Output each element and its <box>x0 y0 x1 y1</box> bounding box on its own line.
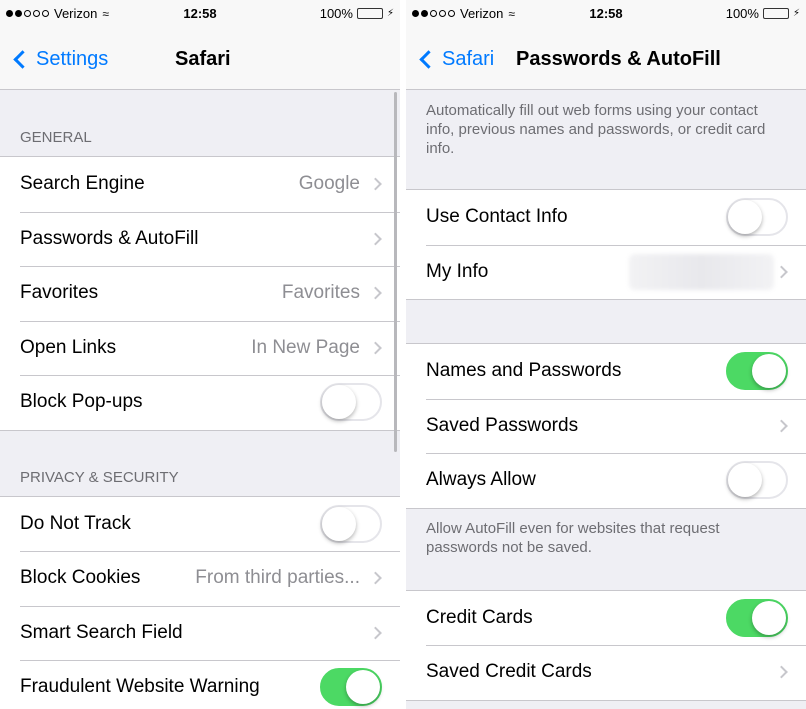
names-and-passwords-toggle[interactable] <box>726 352 788 391</box>
row-label: Always Allow <box>426 469 536 491</box>
row-label: Saved Credit Cards <box>426 661 592 683</box>
back-label: Safari <box>442 48 495 70</box>
row-fraudulent-website-warning: Fraudulent Website Warning <box>0 660 400 709</box>
status-bar: Verizon ≈ 12:58 100% ⚡ <box>0 0 400 26</box>
row-label: Use Contact Info <box>426 206 568 228</box>
redacted-contact-name <box>629 253 774 290</box>
status-bar: Verizon ≈ 12:58 100% ⚡ <box>406 0 806 26</box>
row-use-contact-info: Use Contact Info <box>406 190 806 245</box>
credit-cards-group: Credit Cards Saved Credit Cards <box>406 590 806 701</box>
charging-icon: ⚡ <box>792 8 800 19</box>
row-detail: In New Page <box>251 336 360 358</box>
do-not-track-toggle[interactable] <box>320 504 382 543</box>
row-saved-passwords[interactable]: Saved Passwords <box>406 398 806 453</box>
navigation-bar: Safari Passwords & AutoFill <box>406 26 806 90</box>
row-passwords-autofill[interactable]: Passwords & AutoFill <box>0 211 400 266</box>
chevron-right-icon <box>775 419 788 433</box>
section-header-general: GENERAL <box>0 91 400 157</box>
chevron-left-icon <box>419 50 438 69</box>
block-popups-toggle[interactable] <box>320 383 382 422</box>
back-button-safari[interactable]: Safari <box>418 48 494 71</box>
always-allow-note: Allow AutoFill even for websites that re… <box>406 509 806 591</box>
settings-list: GENERAL Search Engine Google Passwords &… <box>0 91 400 709</box>
row-label: Block Cookies <box>20 567 141 589</box>
privacy-group: Do Not Track Block Cookies From third pa… <box>0 496 400 709</box>
row-label: Passwords & AutoFill <box>20 227 199 249</box>
row-detail: Favorites <box>281 282 360 304</box>
battery-status: 100% ⚡ <box>726 6 800 21</box>
scroll-indicator[interactable] <box>394 92 397 452</box>
credit-cards-toggle[interactable] <box>726 598 788 637</box>
battery-icon <box>762 8 789 19</box>
back-label: Settings <box>36 48 109 70</box>
row-search-engine[interactable]: Search Engine Google <box>0 157 400 212</box>
navigation-bar: Settings Safari <box>0 26 400 90</box>
row-detail: Google <box>298 173 360 195</box>
section-header-privacy: PRIVACY & SECURITY <box>0 431 400 497</box>
row-credit-cards: Credit Cards <box>406 590 806 645</box>
contact-group: Use Contact Info My Info <box>406 190 806 300</box>
row-block-cookies[interactable]: Block Cookies From third parties... <box>0 551 400 606</box>
passwords-autofill-screen: Verizon ≈ 12:58 100% ⚡ Safari Passwords … <box>406 0 806 709</box>
always-allow-toggle[interactable] <box>726 461 788 500</box>
row-names-and-passwords: Names and Passwords <box>406 344 806 399</box>
back-button-settings[interactable]: Settings <box>12 48 108 71</box>
row-label: Search Engine <box>20 173 145 195</box>
row-my-info[interactable]: My Info <box>406 244 806 299</box>
chevron-right-icon <box>775 265 788 279</box>
section-spacer <box>406 300 806 344</box>
chevron-right-icon <box>369 177 382 191</box>
chevron-right-icon <box>775 665 788 679</box>
row-do-not-track: Do Not Track <box>0 496 400 551</box>
row-label: Names and Passwords <box>426 360 622 382</box>
chevron-right-icon <box>369 626 382 640</box>
battery-icon <box>356 8 383 19</box>
autofill-list: Automatically fill out web forms using y… <box>406 91 806 701</box>
passwords-group: Names and Passwords Saved Passwords Alwa… <box>406 344 806 509</box>
charging-icon: ⚡ <box>386 8 394 19</box>
safari-settings-screen: Verizon ≈ 12:58 100% ⚡ Settings Safari G… <box>0 0 400 709</box>
row-label: Favorites <box>20 282 99 304</box>
fraudulent-website-warning-toggle[interactable] <box>320 668 382 707</box>
chevron-left-icon <box>13 50 32 69</box>
battery-status: 100% ⚡ <box>320 6 394 21</box>
row-label: Credit Cards <box>426 606 533 628</box>
battery-percent: 100% <box>319 6 353 21</box>
row-label: Block Pop-ups <box>20 391 143 413</box>
chevron-right-icon <box>369 341 382 355</box>
row-label: Do Not Track <box>20 512 131 534</box>
general-group: Search Engine Google Passwords & AutoFil… <box>0 157 400 431</box>
row-open-links[interactable]: Open Links In New Page <box>0 320 400 375</box>
row-label: My Info <box>426 260 489 282</box>
row-block-popups: Block Pop-ups <box>0 375 400 430</box>
row-always-allow: Always Allow <box>406 453 806 508</box>
row-label: Fraudulent Website Warning <box>20 676 260 698</box>
chevron-right-icon <box>369 232 382 246</box>
row-label: Smart Search Field <box>20 621 183 643</box>
page-title: Safari <box>175 48 231 70</box>
row-favorites[interactable]: Favorites Favorites <box>0 266 400 321</box>
row-smart-search-field[interactable]: Smart Search Field <box>0 605 400 660</box>
row-label: Open Links <box>20 336 117 358</box>
row-detail: From third parties... <box>195 567 360 589</box>
row-label: Saved Passwords <box>426 414 579 436</box>
chevron-right-icon <box>369 286 382 300</box>
chevron-right-icon <box>369 571 382 585</box>
use-contact-info-toggle[interactable] <box>726 198 788 237</box>
autofill-description: Automatically fill out web forms using y… <box>406 91 806 190</box>
battery-percent: 100% <box>725 6 759 21</box>
page-title: Passwords & AutoFill <box>516 48 721 70</box>
row-saved-credit-cards[interactable]: Saved Credit Cards <box>406 645 806 700</box>
